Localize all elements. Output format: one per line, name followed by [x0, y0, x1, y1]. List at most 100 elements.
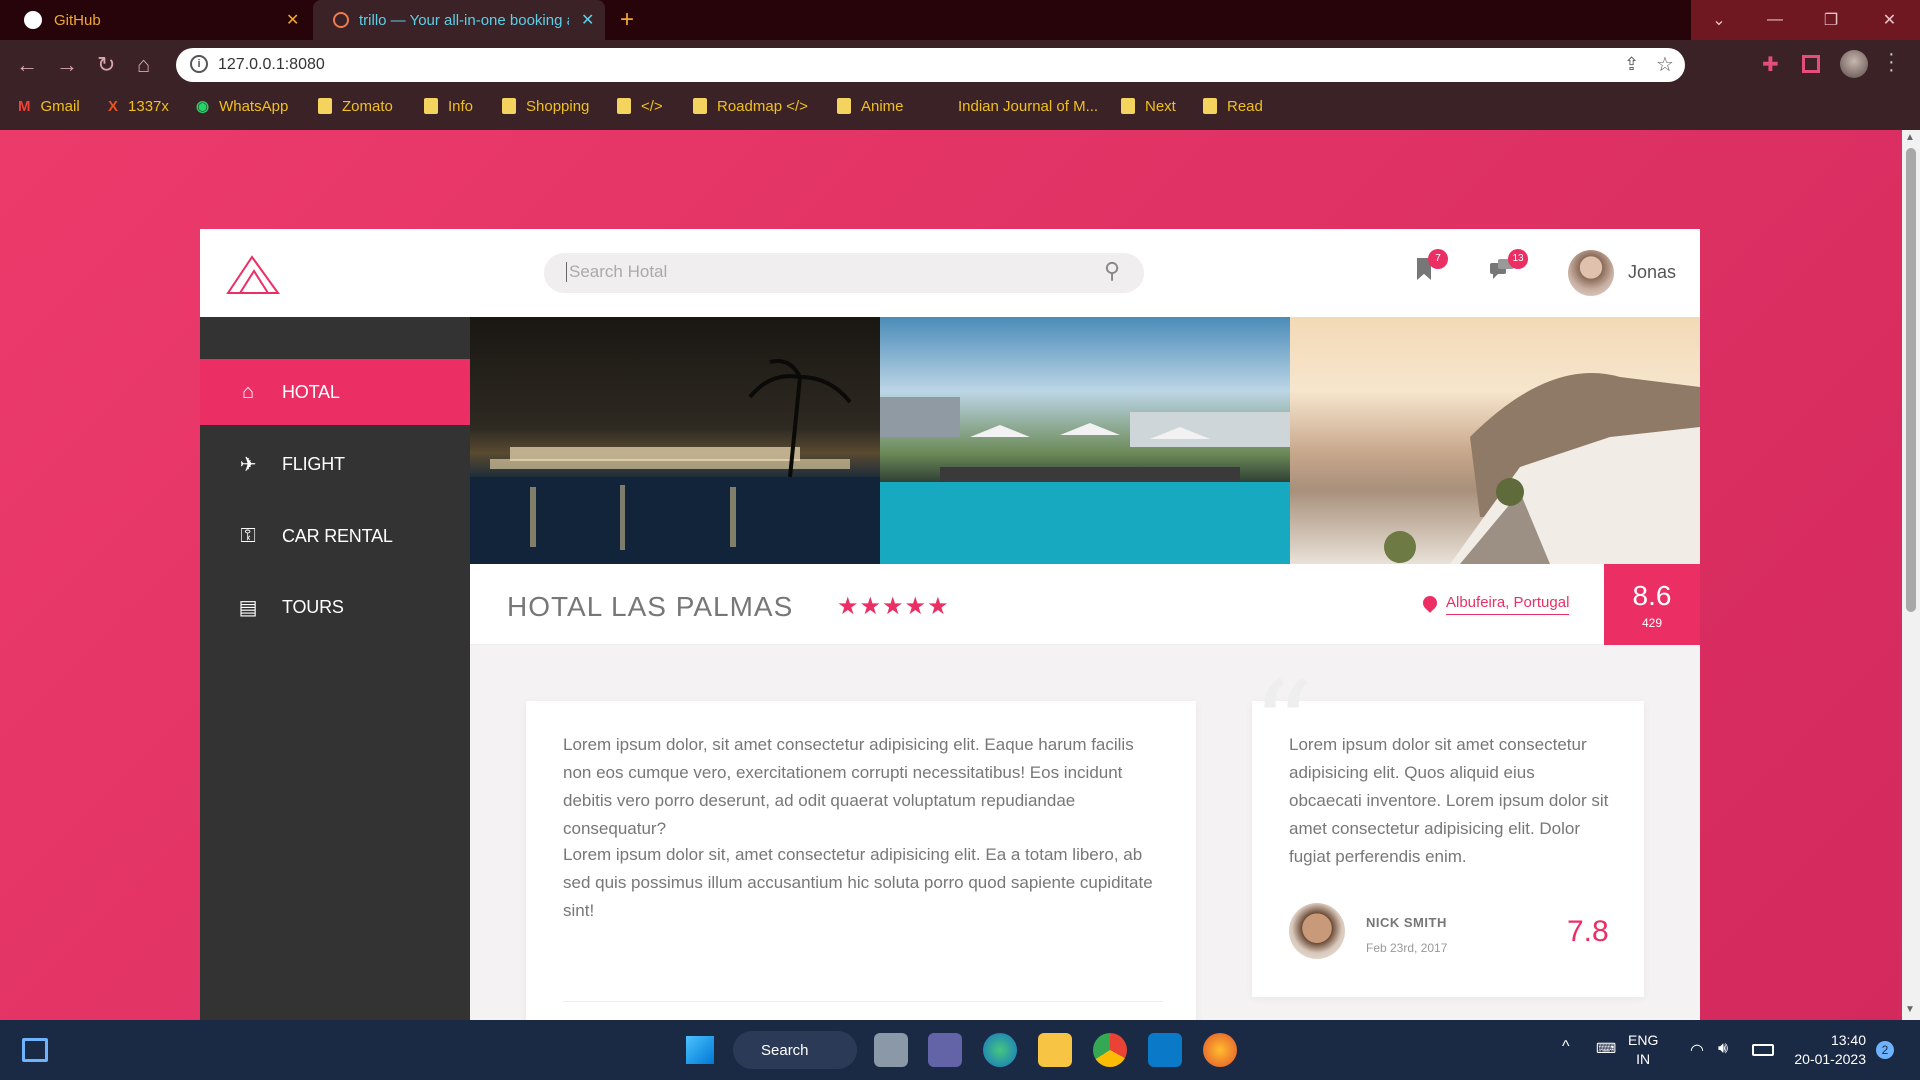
teams-icon[interactable]: [928, 1033, 962, 1067]
task-view-icon[interactable]: [874, 1033, 908, 1067]
folder-icon: [617, 98, 631, 114]
bookmark-gmail[interactable]: M Gmail: [18, 96, 80, 116]
bookmark-whatsapp[interactable]: ◉ WhatsApp: [196, 96, 288, 116]
scrollbar-thumb[interactable]: [1906, 148, 1916, 612]
messages-notification-badge: 13: [1508, 249, 1528, 269]
start-icon[interactable]: [686, 1036, 714, 1064]
home-icon[interactable]: ⌂: [137, 52, 150, 78]
scroll-down-icon[interactable]: ▼: [1905, 1004, 1915, 1015]
search-icon[interactable]: ⚲: [1104, 258, 1120, 284]
folder-icon: [502, 98, 516, 114]
folder-icon: [1121, 98, 1135, 114]
bookmark-read[interactable]: Read: [1203, 96, 1263, 116]
description-paragraph: Lorem ipsum dolor sit, amet consectetur …: [563, 845, 1153, 920]
search-input[interactable]: [566, 262, 1086, 282]
user-name[interactable]: Jonas: [1628, 262, 1676, 283]
url-text: 127.0.0.1:8080: [218, 56, 325, 73]
hotel-rating: 8.6 429: [1604, 564, 1700, 645]
forward-icon[interactable]: →: [56, 52, 78, 78]
folder-icon: [693, 98, 707, 114]
battery-icon[interactable]: [1752, 1044, 1774, 1056]
minimize-button[interactable]: —: [1747, 0, 1803, 40]
nav-item-label: HOTAL: [282, 381, 340, 402]
firefox-icon[interactable]: [1203, 1033, 1237, 1067]
bookmark-zomato[interactable]: Zomato: [318, 96, 393, 116]
address-bar[interactable]: i 127.0.0.1:8080 ⇪ ☆: [176, 48, 1685, 82]
scroll-up-icon[interactable]: ▲: [1905, 132, 1915, 143]
wifi-icon[interactable]: ◠: [1690, 1040, 1704, 1060]
whatsapp-icon: ◉: [196, 98, 210, 115]
vscode-icon[interactable]: [1148, 1033, 1182, 1067]
nav-item-label: CAR RENTAL: [282, 525, 393, 546]
bookmark-info[interactable]: Info: [424, 96, 473, 116]
restore-button[interactable]: ❐: [1803, 0, 1859, 40]
reload-icon[interactable]: ↻: [97, 52, 115, 78]
plane-icon: ✈: [239, 453, 257, 476]
tab-title: trillo — Your all-in-one booking app: [359, 11, 569, 29]
gallery-photo-night-pool[interactable]: [470, 317, 880, 564]
profile-avatar[interactable]: [1840, 50, 1868, 78]
search-form: ⚲: [544, 253, 1144, 293]
side-nav: ⌂ HOTAL ✈ FLIGHT ⚿ CAR RENTAL ▤ TOURS: [200, 317, 470, 1020]
clock[interactable]: 13:40 20-01-2023: [1786, 1031, 1866, 1069]
bookmark-1337x[interactable]: X 1337x: [108, 96, 169, 116]
trillo-logo-icon[interactable]: [224, 253, 282, 295]
language-indicator[interactable]: ENG IN: [1628, 1031, 1658, 1069]
file-explorer-icon[interactable]: [1038, 1033, 1072, 1067]
gallery-photo-day-pool[interactable]: [880, 317, 1290, 564]
star-icon[interactable]: ☆: [1656, 52, 1674, 77]
trillo-favicon-icon: [333, 12, 349, 28]
tab-github[interactable]: GitHub ✕: [10, 0, 310, 40]
bookmark-anime[interactable]: Anime: [837, 96, 904, 116]
taskbar-search-button[interactable]: Search: [733, 1031, 857, 1069]
hotel-location-link[interactable]: Albufeira, Portugal: [1446, 594, 1570, 615]
bookmark-shopping[interactable]: Shopping: [502, 96, 589, 116]
review-text: Lorem ipsum dolor sit amet consectetur a…: [1289, 735, 1609, 866]
review-rating: 7.8: [1567, 915, 1609, 948]
hotel-stars: ★★★★★: [837, 593, 950, 620]
keyboard-icon[interactable]: ⌨: [1596, 1040, 1616, 1057]
side-panel-icon[interactable]: [1802, 55, 1820, 73]
extensions-icon[interactable]: ✚: [1762, 52, 1779, 77]
nav-item-tours[interactable]: ▤ TOURS: [200, 574, 470, 640]
rating-average: 8.6: [1632, 580, 1672, 611]
chrome-icon[interactable]: [1093, 1033, 1127, 1067]
bookmark-journal[interactable]: Indian Journal of M...: [958, 96, 1098, 116]
hotel-title: HOTAL LAS PALMAS: [507, 591, 794, 622]
new-tab-button[interactable]: +: [620, 6, 634, 34]
share-icon[interactable]: ⇪: [1624, 54, 1639, 75]
nav-item-label: FLIGHT: [282, 453, 345, 474]
gallery-photo-cliff-terrace[interactable]: [1290, 317, 1700, 564]
back-icon[interactable]: ←: [16, 52, 38, 78]
nav-item-car-rental[interactable]: ⚿ CAR RENTAL: [200, 503, 470, 569]
hotel-description: Lorem ipsum dolor, sit amet consectetur …: [526, 701, 1196, 1020]
bookmark-roadmap[interactable]: Roadmap </>: [693, 96, 808, 116]
close-tab-icon[interactable]: ✕: [581, 10, 594, 30]
location-pin-icon: [1420, 593, 1440, 613]
widgets-icon[interactable]: [22, 1038, 48, 1062]
site-info-icon[interactable]: i: [190, 55, 208, 73]
volume-icon[interactable]: 🔊︎: [1718, 1040, 1728, 1058]
rating-count: 429: [1641, 616, 1663, 630]
divider: [563, 1001, 1163, 1002]
hotel-overview: HOTAL LAS PALMAS ★★★★★ Albufeira, Portug…: [470, 564, 1700, 645]
notification-badge[interactable]: 2: [1876, 1041, 1894, 1059]
user-avatar[interactable]: [1568, 250, 1614, 296]
tab-trillo[interactable]: trillo — Your all-in-one booking app ✕: [313, 0, 605, 40]
nav-item-hotal[interactable]: ⌂ HOTAL: [200, 359, 470, 425]
bookmark-code[interactable]: </>: [617, 96, 663, 116]
review-date: Feb 23rd, 2017: [1366, 941, 1448, 955]
close-window-button[interactable]: ✕: [1859, 0, 1920, 40]
app-header: ⚲ 7 13 Jonas: [200, 229, 1700, 317]
tab-search-button[interactable]: ⌄: [1691, 0, 1747, 40]
close-tab-icon[interactable]: ✕: [286, 10, 299, 30]
user-review: “ Lorem ipsum dolor sit amet consectetur…: [1252, 667, 1644, 997]
nav-item-flight[interactable]: ✈ FLIGHT: [200, 431, 470, 497]
menu-icon[interactable]: · · ·: [1888, 44, 1895, 80]
edge-icon[interactable]: [983, 1033, 1017, 1067]
reviewer-name: NICK SMITH: [1366, 915, 1447, 930]
gmail-icon: M: [18, 97, 31, 115]
bookmark-next[interactable]: Next: [1121, 96, 1176, 116]
tray-chevron-icon[interactable]: ^: [1562, 1038, 1570, 1056]
bookmark-notification-badge: 7: [1428, 249, 1448, 269]
